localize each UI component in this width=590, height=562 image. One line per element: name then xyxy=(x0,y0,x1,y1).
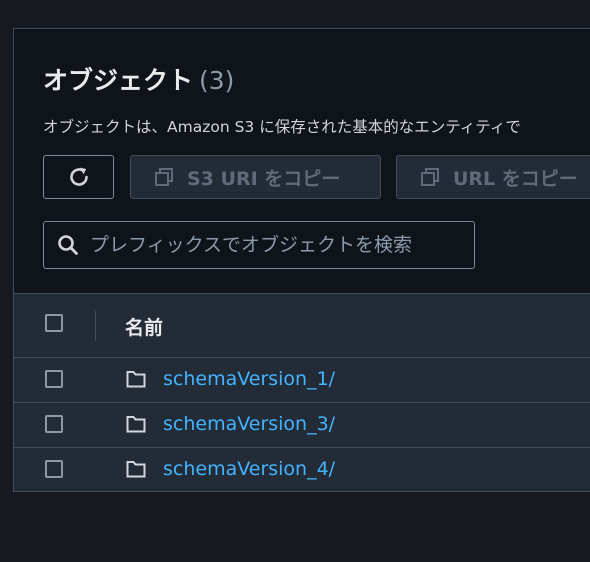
refresh-button[interactable] xyxy=(43,155,114,199)
refresh-icon xyxy=(69,167,88,186)
copy-icon xyxy=(155,168,173,186)
row-checkbox[interactable] xyxy=(45,415,63,433)
table-header: 名前 xyxy=(14,293,590,358)
table-row: schemaVersion_1/ xyxy=(14,358,590,403)
copy-url-label: URL をコピー xyxy=(453,167,578,190)
copy-s3-uri-button[interactable]: S3 URI をコピー xyxy=(130,155,381,199)
column-divider[interactable] xyxy=(95,311,96,341)
page-title-text: オブジェクト xyxy=(43,66,194,95)
objects-header: オブジェクト (3) オブジェクトは、Amazon S3 に保存された基本的なエン… xyxy=(14,29,590,293)
objects-description: オブジェクトは、Amazon S3 に保存された基本的なエンティティで xyxy=(43,118,521,136)
row-checkbox[interactable] xyxy=(45,370,63,388)
object-link[interactable]: schemaVersion_1/ xyxy=(163,368,335,390)
copy-icon xyxy=(421,168,439,186)
folder-icon xyxy=(126,461,146,478)
page-title: オブジェクト (3) xyxy=(43,61,234,97)
object-count: (3) xyxy=(199,66,235,95)
copy-s3-uri-label: S3 URI をコピー xyxy=(187,167,341,190)
table-row: schemaVersion_4/ xyxy=(14,448,590,491)
folder-icon xyxy=(126,416,146,433)
search-box xyxy=(43,221,475,269)
select-all-checkbox[interactable] xyxy=(45,314,63,332)
search-input[interactable] xyxy=(90,234,460,256)
objects-panel: オブジェクト (3) オブジェクトは、Amazon S3 に保存された基本的なエン… xyxy=(13,28,590,492)
copy-url-button[interactable]: URL をコピー xyxy=(396,155,590,199)
object-link[interactable]: schemaVersion_4/ xyxy=(163,458,335,480)
column-header-name[interactable]: 名前 xyxy=(125,313,163,340)
search-icon xyxy=(58,235,78,255)
folder-icon xyxy=(126,371,146,388)
row-checkbox[interactable] xyxy=(45,460,63,478)
table-row: schemaVersion_3/ xyxy=(14,403,590,448)
object-link[interactable]: schemaVersion_3/ xyxy=(163,413,335,435)
